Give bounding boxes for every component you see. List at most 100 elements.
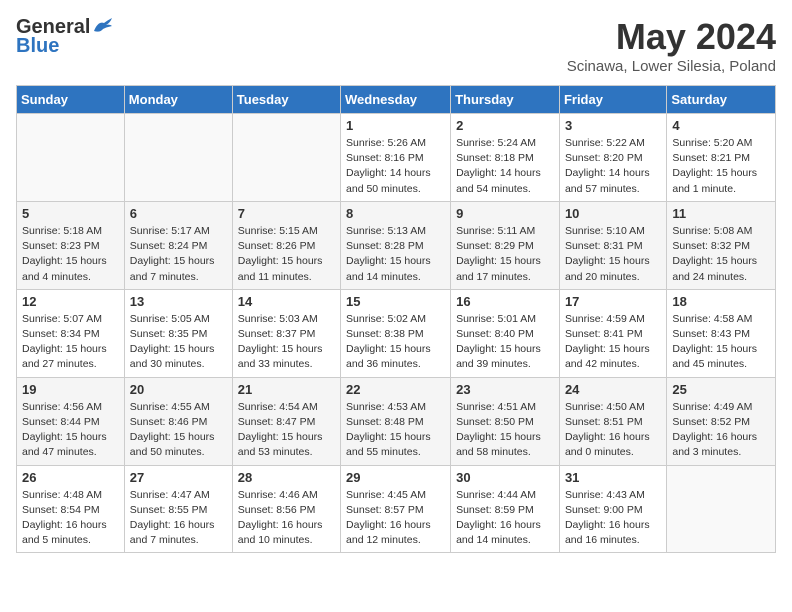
day-number: 22 [346, 382, 445, 397]
calendar-cell [232, 114, 340, 202]
day-info-line: Sunrise: 5:26 AM [346, 137, 426, 149]
day-info: Sunrise: 5:07 AMSunset: 8:34 PMDaylight:… [22, 312, 119, 373]
day-number: 12 [22, 294, 119, 309]
day-info-line: Daylight: 15 hours [672, 343, 757, 355]
day-info-line: Daylight: 14 hours [346, 167, 431, 179]
day-info-line: and 50 minutes. [130, 446, 205, 458]
day-info-line: Sunset: 8:26 PM [238, 240, 316, 252]
day-info-line: Daylight: 15 hours [238, 255, 323, 267]
day-info-line: Sunset: 8:51 PM [565, 416, 643, 428]
day-number: 3 [565, 118, 661, 133]
day-info-line: Daylight: 15 hours [456, 255, 541, 267]
day-info-line: and 24 minutes. [672, 271, 747, 283]
calendar-cell: 17Sunrise: 4:59 AMSunset: 8:41 PMDayligh… [559, 289, 666, 377]
day-header-monday: Monday [124, 86, 232, 114]
day-info-line: Sunset: 8:18 PM [456, 152, 534, 164]
day-header-saturday: Saturday [667, 86, 776, 114]
day-info-line: Sunset: 8:44 PM [22, 416, 100, 428]
day-info-line: and 11 minutes. [238, 271, 312, 283]
day-info: Sunrise: 4:55 AMSunset: 8:46 PMDaylight:… [130, 400, 227, 461]
day-number: 25 [672, 382, 770, 397]
day-header-thursday: Thursday [451, 86, 560, 114]
day-info-line: and 57 minutes. [565, 183, 640, 195]
day-info-line: and 36 minutes. [346, 358, 421, 370]
day-info: Sunrise: 5:15 AMSunset: 8:26 PMDaylight:… [238, 224, 335, 285]
day-info-line: and 33 minutes. [238, 358, 313, 370]
day-info-line: Sunrise: 4:58 AM [672, 313, 752, 325]
day-info-line: Daylight: 15 hours [346, 255, 431, 267]
day-info: Sunrise: 4:50 AMSunset: 8:51 PMDaylight:… [565, 400, 661, 461]
day-info-line: and 17 minutes. [456, 271, 531, 283]
day-info-line: Daylight: 16 hours [565, 519, 650, 531]
day-info: Sunrise: 4:58 AM Sunset: 8:43 PM Daylight:… [672, 312, 770, 373]
week-row-2: 5Sunrise: 5:18 AMSunset: 8:23 PMDaylight… [17, 201, 776, 289]
day-info-line: Sunset: 8:28 PM [346, 240, 424, 252]
day-info-line: Sunset: 8:52 PM [672, 416, 750, 428]
day-number: 11 [672, 206, 770, 221]
calendar-cell: 14 Sunrise: 5:03 AMSunset: 8:37 PMDayligh… [232, 289, 340, 377]
day-info: Sunrise: 5:10 AMSunset: 8:31 PMDaylight:… [565, 224, 661, 285]
calendar-cell: 20Sunrise: 4:55 AMSunset: 8:46 PMDayligh… [124, 377, 232, 465]
day-info: Sunrise: 4:53 AMSunset: 8:48 PMDaylight:… [346, 400, 445, 461]
day-info-line: Daylight: 16 hours [672, 431, 757, 443]
day-info-line: Daylight: 14 hours [565, 167, 650, 179]
day-info: Sunrise: 5:03 AMSunset: 8:37 PMDaylight:… [238, 312, 335, 373]
day-info-line: Sunset: 9:00 PM [565, 504, 643, 516]
day-info-line: Sunset: 8:47 PM [238, 416, 316, 428]
day-info-line: Sunset: 8:56 PM [238, 504, 316, 516]
day-number: 21 [238, 382, 335, 397]
day-info-line: Daylight: 15 hours [672, 167, 757, 179]
day-info-line: Daylight: 15 hours [238, 431, 323, 443]
day-info-line: Sunrise: 5:11 AM [456, 225, 535, 237]
header-row: SundayMondayTuesdayWednesdayThursdayFrid… [17, 86, 776, 114]
day-info-line: Daylight: 16 hours [456, 519, 541, 531]
calendar-cell: 12 Sunrise: 5:07 AMSunset: 8:34 PMDayligh… [17, 289, 125, 377]
day-info: Sunrise: 4:46 AMSunset: 8:56 PMDaylight:… [238, 488, 335, 549]
calendar-cell: 23Sunrise: 4:51 AMSunset: 8:50 PMDayligh… [451, 377, 560, 465]
day-info-line: Sunset: 8:43 PM [672, 328, 750, 340]
day-number: 14 [238, 294, 335, 309]
calendar-cell: 27Sunrise: 4:47 AMSunset: 8:55 PMDayligh… [124, 465, 232, 553]
day-info: Sunrise: 5:20 AMSunset: 8:21 PMDaylight:… [672, 136, 770, 197]
day-info-line: and 16 minutes. [565, 534, 640, 546]
day-info-line: Daylight: 15 hours [565, 255, 650, 267]
day-info-line: Sunset: 8:50 PM [456, 416, 534, 428]
day-number: 31 [565, 470, 661, 485]
day-number: 17 [565, 294, 661, 309]
day-info-line: Sunrise: 4:46 AM [238, 489, 318, 501]
calendar-cell: 1Sunrise: 5:26 AMSunset: 8:16 PMDaylight… [341, 114, 451, 202]
calendar-cell: 28Sunrise: 4:46 AMSunset: 8:56 PMDayligh… [232, 465, 340, 553]
month-title: May 2024 [567, 16, 776, 58]
day-info-line: Sunset: 8:57 PM [346, 504, 424, 516]
day-info-line: and 27 minutes. [22, 358, 97, 370]
day-info-line: Daylight: 15 hours [22, 431, 107, 443]
day-info-line: Sunrise: 4:56 AM [22, 401, 102, 413]
day-info-line: Sunset: 8:55 PM [130, 504, 208, 516]
day-info-line: Sunrise: 4:50 AM [565, 401, 645, 413]
day-info-line: Sunrise: 5:10 AM [565, 225, 645, 237]
day-header-friday: Friday [559, 86, 666, 114]
day-info: Sunrise: 5:08 AMSunset: 8:32 PMDaylight:… [672, 224, 770, 285]
day-info-line: and 0 minutes. [565, 446, 634, 458]
calendar-cell: 13Sunrise: 5:05 AMSunset: 8:35 PMDayligh… [124, 289, 232, 377]
calendar-cell: 7 Sunrise: 5:15 AMSunset: 8:26 PMDaylight… [232, 201, 340, 289]
day-info: Sunrise: 4:56 AM Sunset: 8:44 PM Daylight:… [22, 400, 119, 461]
day-info-line: and 58 minutes. [456, 446, 531, 458]
day-info: Sunrise: 4:47 AMSunset: 8:55 PMDaylight:… [130, 488, 227, 549]
day-info-line: Sunset: 8:29 PM [456, 240, 534, 252]
day-info-line: Sunset: 8:59 PM [456, 504, 534, 516]
day-number: 7 [238, 206, 335, 221]
calendar-cell: 25Sunrise: 4:49 AMSunset: 8:52 PMDayligh… [667, 377, 776, 465]
day-info-line: and 55 minutes. [346, 446, 421, 458]
calendar-cell: 10 Sunrise: 5:10 AMSunset: 8:31 PMDayligh… [559, 201, 666, 289]
day-info-line: Sunset: 8:46 PM [130, 416, 208, 428]
day-number: 10 [565, 206, 661, 221]
day-info-line: and 47 minutes. [22, 446, 97, 458]
calendar-cell: 22 Sunrise: 4:53 AMSunset: 8:48 PMDayligh… [341, 377, 451, 465]
week-row-5: 26Sunrise: 4:48 AMSunset: 8:54 PMDayligh… [17, 465, 776, 553]
day-info-line: and 42 minutes. [565, 358, 640, 370]
day-info-line: Daylight: 15 hours [130, 431, 215, 443]
day-info-line: Daylight: 15 hours [346, 431, 431, 443]
day-info: Sunrise: 5:11 AM Sunset: 8:29 PM Daylight:… [456, 224, 554, 285]
day-info-line: Sunrise: 5:07 AM [22, 313, 102, 325]
